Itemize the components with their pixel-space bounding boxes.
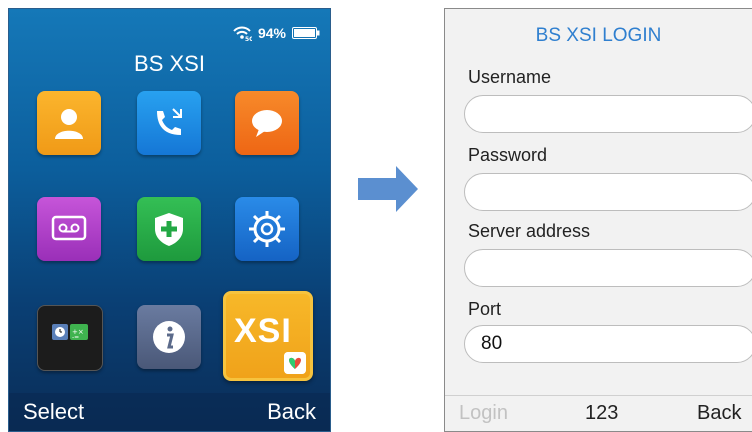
call-history-icon xyxy=(157,108,182,135)
password-field[interactable] xyxy=(464,173,752,211)
username-field[interactable] xyxy=(464,95,752,133)
back-softkey[interactable]: Back xyxy=(267,399,316,425)
emergency-app[interactable] xyxy=(137,197,201,261)
settings-app[interactable] xyxy=(235,197,299,261)
call-history-app[interactable] xyxy=(137,91,201,155)
home-softkeys: Select Back xyxy=(9,393,330,431)
info-icon xyxy=(153,321,185,353)
port-field[interactable]: 80 xyxy=(464,325,752,363)
tools-app[interactable]: +× -= xyxy=(37,305,103,371)
home-screen: 5G 94% BS XSI xyxy=(8,8,331,432)
login-screen: BS XSI LOGIN Username Password Server ad… xyxy=(444,8,752,432)
login-title: BS XSI LOGIN xyxy=(535,25,662,46)
select-softkey[interactable]: Select xyxy=(23,399,84,425)
server-address-label: Server address xyxy=(468,221,591,241)
xsi-icon xyxy=(284,352,306,374)
shield-plus-icon xyxy=(155,213,183,246)
voicemail-icon xyxy=(51,215,87,241)
xsi-app[interactable]: XSI xyxy=(223,291,313,381)
gear-icon xyxy=(249,211,285,247)
clock-calculator-icon: +× -= xyxy=(52,324,88,341)
contacts-app[interactable] xyxy=(37,91,101,155)
contacts-icon xyxy=(55,109,83,139)
messages-app[interactable] xyxy=(235,91,299,155)
arrow-right-icon xyxy=(358,166,418,212)
username-label: Username xyxy=(468,67,552,87)
back-softkey[interactable]: Back xyxy=(697,402,741,425)
input-mode-softkey[interactable]: 123 xyxy=(585,402,618,425)
xsi-app-label: XSI xyxy=(234,312,292,350)
messages-icon xyxy=(252,110,282,137)
login-softkeys: Login 123 Back xyxy=(445,395,752,431)
port-label: Port xyxy=(468,299,502,319)
app-grid: +× -= XSI xyxy=(9,9,330,431)
info-app[interactable] xyxy=(137,305,201,369)
svg-text:-=: -= xyxy=(72,334,79,341)
server-address-field[interactable] xyxy=(464,249,752,287)
voicemail-app[interactable] xyxy=(37,197,101,261)
login-softkey[interactable]: Login xyxy=(459,402,508,425)
password-label: Password xyxy=(468,145,548,165)
